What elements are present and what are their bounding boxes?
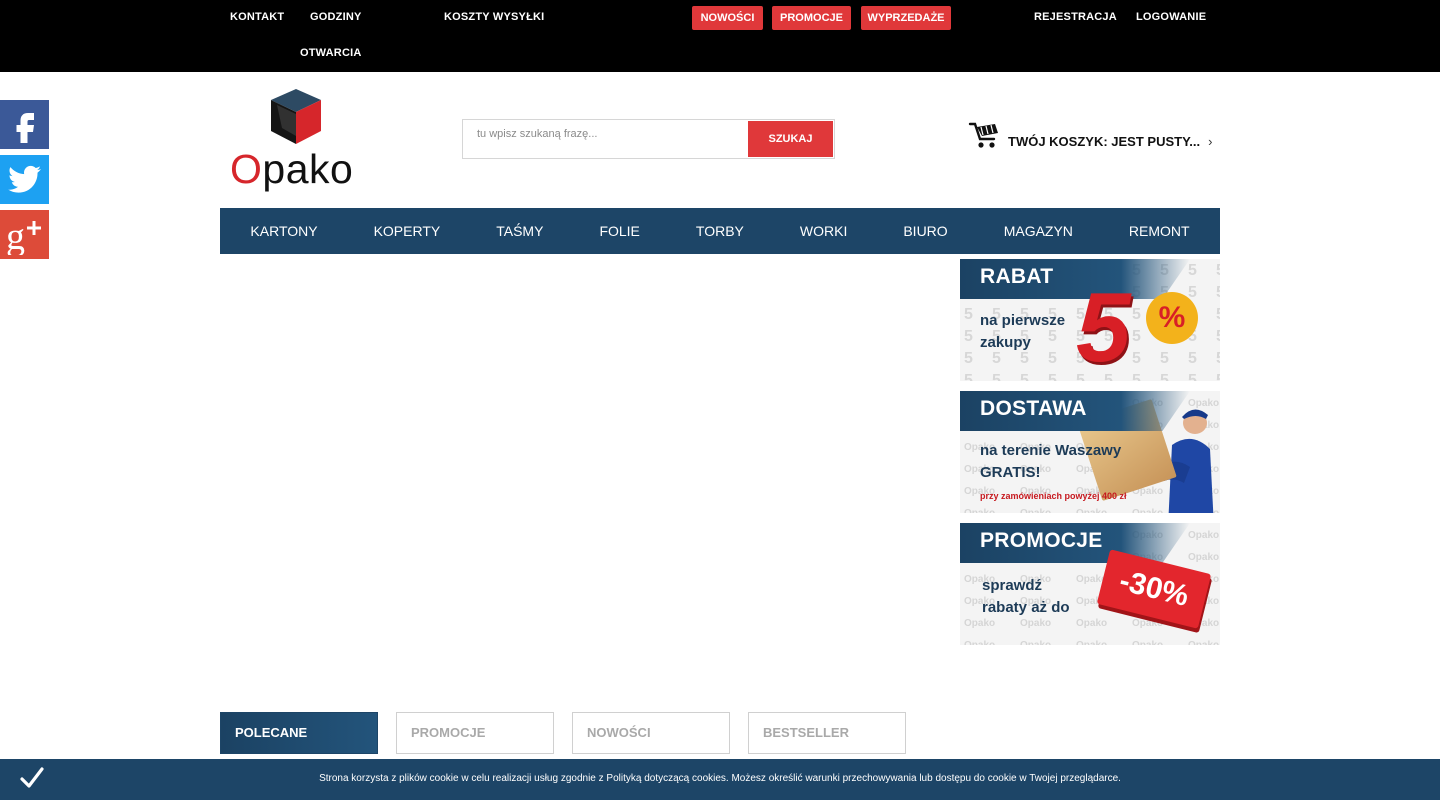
banner-dostawa[interactable]: Opako DOSTAWA na terenie Waszawy GRATIS!… [960, 391, 1220, 513]
facebook-button[interactable] [0, 100, 49, 149]
banner-line: sprawdź [982, 577, 1043, 594]
main-nav: KARTONY KOPERTY TAŚMY FOLIE TORBY WORKI … [220, 208, 1220, 254]
search-input[interactable] [463, 120, 747, 158]
search-button[interactable]: SZUKAJ [748, 121, 833, 157]
tab-nowosci[interactable]: NOWOŚCI [572, 712, 730, 754]
pill-promocje[interactable]: PROMOCJE [772, 6, 851, 30]
nav-item-kartony[interactable]: KARTONY [222, 223, 345, 239]
facebook-icon [16, 112, 34, 143]
twitter-icon [7, 165, 41, 193]
tab-promocje[interactable]: PROMOCJE [396, 712, 554, 754]
nav-item-biuro[interactable]: BIURO [875, 223, 975, 239]
google-plus-icon: g [6, 216, 41, 255]
banner-line: na terenie Waszawy [980, 442, 1122, 459]
banner-title: PROMOCJE [980, 529, 1103, 552]
cookie-bar: Strona korzysta z plików cookie w celu r… [0, 759, 1440, 800]
banner-line: zakupy [980, 334, 1031, 351]
banner-line: GRATIS! [980, 464, 1041, 481]
pill-wyprzedaze[interactable]: WYPRZEDAŻE [861, 6, 951, 30]
nav-item-tasmy[interactable]: TAŚMY [468, 223, 571, 239]
nav-item-torby[interactable]: TORBY [668, 223, 772, 239]
search-form: SZUKAJ [462, 119, 835, 159]
link-kontakt[interactable]: KONTAKT [230, 11, 284, 23]
banner-note: przy zamówieniach powyżej 400 zł [980, 491, 1127, 501]
top-bar: KONTAKT GODZINY OTWARCIA KOSZTY WYSYŁKI … [0, 0, 1440, 72]
chevron-right-icon: › [1208, 133, 1213, 149]
logo[interactable]: Opako [230, 88, 365, 193]
link-logowanie[interactable]: LOGOWANIE [1136, 11, 1206, 23]
cart-label: TWÓJ KOSZYK: JEST PUSTY... [1008, 133, 1201, 149]
link-godziny[interactable]: GODZINY [310, 11, 362, 23]
banner-big-number: 5 [1076, 272, 1131, 381]
google-plus-button[interactable]: g [0, 210, 49, 259]
nav-item-magazyn[interactable]: MAGAZYN [976, 223, 1101, 239]
tab-bestseller[interactable]: BESTSELLER [748, 712, 906, 754]
banner-title: DOSTAWA [980, 397, 1087, 420]
banner-title: RABAT [980, 265, 1054, 288]
banner-promocje[interactable]: Opako PROMOCJE sprawdź rabaty aż do -30% [960, 523, 1220, 645]
svg-text:g: g [6, 216, 25, 255]
pill-nowosci[interactable]: NOWOŚCI [692, 6, 763, 30]
percent-badge: % [1146, 292, 1198, 344]
banner-line: na pierwsze [980, 312, 1066, 329]
nav-item-remont[interactable]: REMONT [1101, 223, 1218, 239]
banner-rabat[interactable]: 5 RABAT na pierwsze zakupy 5 % [960, 259, 1220, 381]
banner-line: rabaty aż do [982, 599, 1070, 616]
link-rejestracja[interactable]: REJESTRACJA [1034, 11, 1117, 23]
cart-icon [968, 122, 998, 148]
link-godziny-otwarcia[interactable]: OTWARCIA [300, 47, 361, 59]
nav-item-folie[interactable]: FOLIE [571, 223, 667, 239]
nav-item-worki[interactable]: WORKI [772, 223, 875, 239]
tab-polecane[interactable]: POLECANE [220, 712, 378, 754]
link-koszty-wysylki[interactable]: KOSZTY WYSYŁKI [444, 11, 544, 23]
cart-link[interactable]: TWÓJ KOSZYK: JEST PUSTY... › [968, 118, 1212, 152]
twitter-button[interactable] [0, 155, 49, 204]
logo-wordmark: Opako [230, 146, 354, 192]
cookie-text: Strona korzysta z plików cookie w celu r… [319, 773, 1121, 784]
logo-cube-icon [271, 89, 321, 144]
nav-item-koperty[interactable]: KOPERTY [346, 223, 469, 239]
